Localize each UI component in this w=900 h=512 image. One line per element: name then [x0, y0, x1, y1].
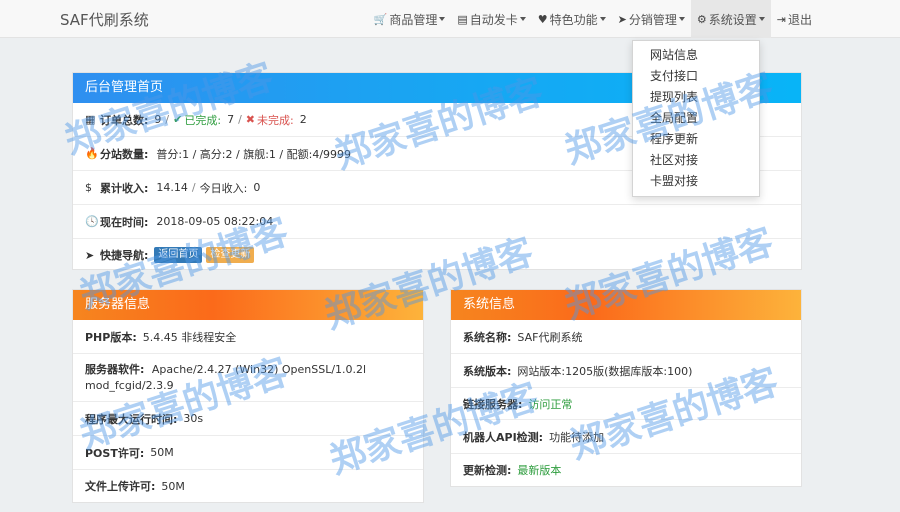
update-label: 更新检测: — [463, 464, 512, 477]
nav-item-label: 特色功能 — [549, 12, 598, 27]
brand-title[interactable]: SAF代刷系统 — [60, 9, 149, 30]
upload-value: 50M — [161, 479, 185, 493]
send-icon: ➤ — [617, 12, 627, 26]
php-label: PHP版本: — [85, 330, 137, 344]
caret-down-icon — [599, 17, 606, 21]
nav-item-settings[interactable]: ⚙ 系统设置 — [690, 0, 771, 38]
nav-item-logout[interactable]: ⇥ 退出 — [771, 0, 818, 38]
nav-item-label: 商品管理 — [389, 12, 438, 27]
today-value: 0 — [253, 181, 261, 194]
nav-item-autocard[interactable]: ▤ 自动发卡 — [451, 0, 531, 38]
php-value: 5.4.45 非线程安全 — [142, 330, 237, 344]
system-info-panel: 系统信息 系统名称: SAF代刷系统 系统版本: 网站版本:1205版(数据库版… — [450, 289, 802, 487]
orders-total: 9 — [154, 113, 162, 126]
home-button[interactable]: 返回首页 — [154, 247, 203, 263]
robot-label: 机器人API检测: — [463, 430, 544, 444]
done-value: 7 — [227, 113, 235, 126]
sysname-label: 系统名称: — [463, 330, 512, 344]
quicknav-label: 快捷导航: — [100, 249, 149, 262]
software-label: 服务器软件: — [85, 362, 145, 376]
update-check-button[interactable]: 检查更新 — [206, 247, 255, 263]
robot-value: 功能待添加 — [549, 430, 605, 444]
time-label: 现在时间: — [100, 215, 149, 229]
maxtime-row: 程序最大运行时间: 30s — [73, 402, 423, 436]
upload-row: 文件上传许可: 50M — [73, 470, 423, 502]
fire-icon: 🔥 — [85, 147, 99, 160]
gear-icon: ⚙ — [696, 12, 707, 26]
settings-dropdown-menu: 网站信息 支付接口 提现列表 全局配置 程序更新 社区对接 卡盟对接 — [632, 40, 760, 197]
robot-row: 机器人API检测: 功能待添加 — [451, 420, 801, 454]
sysname-value: SAF代刷系统 — [517, 330, 583, 344]
nav-item-label: 系统设置 — [708, 12, 757, 27]
today-label: 今日收入: — [199, 181, 248, 195]
separator: / — [191, 181, 196, 194]
orders-label: 订单总数: — [100, 113, 149, 127]
menu-item-site-info[interactable]: 网站信息 — [633, 45, 759, 66]
logout-icon: ⇥ — [776, 12, 786, 26]
separator: / — [165, 113, 170, 126]
separator: / — [238, 113, 242, 126]
clock-icon: 🕓 — [85, 215, 99, 228]
post-label: POST许可: — [85, 446, 145, 460]
main-nav: 🛒 商品管理 ▤ 自动发卡 ♥ 特色功能 ➤ 分销管理 ⚙ 系统设置 ⇥ 退出 — [368, 0, 818, 38]
sites-label: 分站数量: — [100, 147, 149, 161]
nav-item-label: 分销管理 — [628, 12, 677, 27]
link-status: 访问正常 — [528, 397, 573, 411]
link-label: 链接服务器: — [463, 397, 523, 411]
send-icon: ➤ — [85, 248, 95, 262]
top-navbar: SAF代刷系统 🛒 商品管理 ▤ 自动发卡 ♥ 特色功能 ➤ 分销管理 ⚙ 系统… — [0, 0, 900, 38]
time-value: 2018-09-05 08:22:04 — [156, 215, 274, 228]
version-label: 系统版本: — [463, 364, 512, 378]
server-panel-header: 服务器信息 — [73, 290, 423, 320]
cart-icon: 🛒 — [373, 12, 388, 26]
version-row: 系统版本: 网站版本:1205版(数据库版本:100) — [451, 354, 801, 388]
sysname-row: 系统名称: SAF代刷系统 — [451, 320, 801, 354]
post-row: POST许可: 50M — [73, 436, 423, 470]
link-row: 链接服务器: 访问正常 — [451, 388, 801, 420]
upload-label: 文件上传许可: — [85, 480, 156, 493]
income-label: 累计收入: — [100, 181, 149, 195]
maxtime-label: 程序最大运行时间: — [85, 412, 178, 426]
cross-icon: ✖ — [245, 113, 255, 126]
undone-value: 2 — [299, 113, 307, 126]
nav-item-product[interactable]: 🛒 商品管理 — [368, 0, 452, 38]
menu-item-withdraw-list[interactable]: 提现列表 — [633, 87, 759, 108]
nav-item-distribution[interactable]: ➤ 分销管理 — [612, 0, 691, 38]
caret-down-icon — [758, 17, 765, 21]
menu-item-program-update[interactable]: 程序更新 — [633, 129, 759, 150]
sites-value: 普分:1 / 高分:2 / 旗舰:1 / 配额:4/9999 — [156, 147, 352, 161]
grid-icon: ▦ — [85, 113, 96, 126]
undone-label: 未完成: — [257, 113, 294, 127]
version-value: 网站版本:1205版(数据库版本:100) — [517, 364, 693, 378]
menu-item-community[interactable]: 社区对接 — [633, 150, 759, 171]
software-row: 服务器软件: Apache/2.4.27 (Win32) OpenSSL/1.0… — [73, 354, 423, 402]
update-row: 更新检测: 最新版本 — [451, 454, 801, 486]
maxtime-value: 30s — [183, 412, 204, 425]
heart-icon: ♥ — [537, 12, 548, 26]
post-value: 50M — [150, 446, 174, 459]
menu-item-payment[interactable]: 支付接口 — [633, 66, 759, 87]
income-total: 14.14 — [156, 181, 188, 194]
menu-item-card-union[interactable]: 卡盟对接 — [633, 171, 759, 192]
caret-down-icon — [519, 17, 526, 21]
nav-item-label: 退出 — [787, 12, 812, 27]
quicknav-row: ➤ 快捷导航: 返回首页 检查更新 — [73, 239, 801, 271]
system-panel-header: 系统信息 — [451, 290, 801, 320]
nav-item-features[interactable]: ♥ 特色功能 — [532, 0, 612, 38]
check-icon: ✔ — [173, 113, 183, 126]
caret-down-icon — [678, 17, 685, 21]
time-row: 🕓 现在时间: 2018-09-05 08:22:04 — [73, 205, 801, 239]
update-status: 最新版本 — [517, 464, 562, 477]
nav-item-label: 自动发卡 — [469, 12, 518, 27]
done-label: 已完成: — [184, 113, 222, 127]
php-row: PHP版本: 5.4.45 非线程安全 — [73, 320, 423, 354]
dollar-icon: $ — [85, 181, 92, 194]
server-info-panel: 服务器信息 PHP版本: 5.4.45 非线程安全 服务器软件: Apache/… — [72, 289, 424, 503]
book-icon: ▤ — [457, 12, 468, 26]
caret-down-icon — [439, 17, 446, 21]
menu-item-global-config[interactable]: 全局配置 — [633, 108, 759, 129]
